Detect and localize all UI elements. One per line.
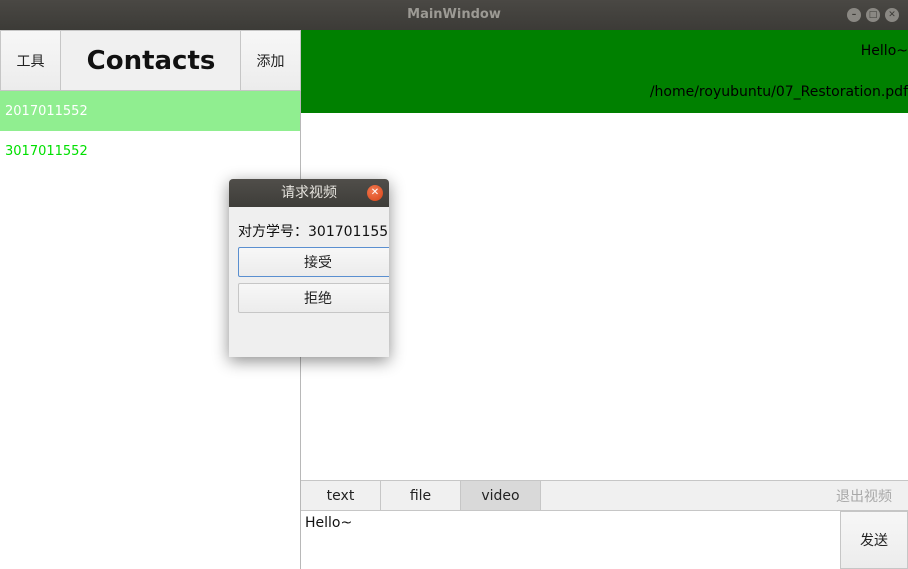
window-title: MainWindow	[407, 7, 501, 22]
accept-button[interactable]: 接受	[238, 247, 389, 277]
chat-header: Hello~ /home/royubuntu/07_Restoration.pd…	[301, 30, 908, 113]
header-message: Hello~	[860, 43, 908, 59]
maximize-icon[interactable]: □	[866, 8, 880, 22]
message-input[interactable]: Hello~	[301, 511, 840, 569]
contact-item[interactable]: 3017011552	[0, 131, 300, 171]
close-icon[interactable]: ✕	[885, 8, 899, 22]
contact-id: 2017011552	[5, 103, 88, 119]
window-titlebar: MainWindow – □ ✕	[0, 0, 908, 30]
header-file-path: /home/royubuntu/07_Restoration.pdf	[649, 84, 908, 100]
contact-item[interactable]: 2017011552	[0, 91, 300, 131]
peer-id-label: 对方学号：3017011552	[238, 224, 389, 240]
exit-video-button[interactable]: 退出视频	[820, 481, 908, 510]
send-button[interactable]: 发送	[840, 511, 908, 569]
contact-id: 3017011552	[5, 143, 88, 159]
tools-button[interactable]: 工具	[0, 30, 61, 91]
tab-video[interactable]: video	[461, 481, 541, 510]
tab-file[interactable]: file	[381, 481, 461, 510]
add-contact-button[interactable]: 添加	[240, 30, 301, 91]
minimize-icon[interactable]: –	[847, 8, 861, 22]
dialog-title: 请求视频	[229, 179, 389, 207]
message-area	[301, 113, 908, 480]
contacts-title: Contacts	[61, 30, 241, 91]
tab-text[interactable]: text	[301, 481, 381, 510]
mode-tab-bar: text file video 退出视频	[301, 480, 908, 511]
dialog-close-icon[interactable]: ✕	[367, 185, 383, 201]
video-request-dialog: 请求视频 ✕ 对方学号：3017011552 接受 拒绝	[229, 179, 389, 357]
reject-button[interactable]: 拒绝	[238, 283, 389, 313]
